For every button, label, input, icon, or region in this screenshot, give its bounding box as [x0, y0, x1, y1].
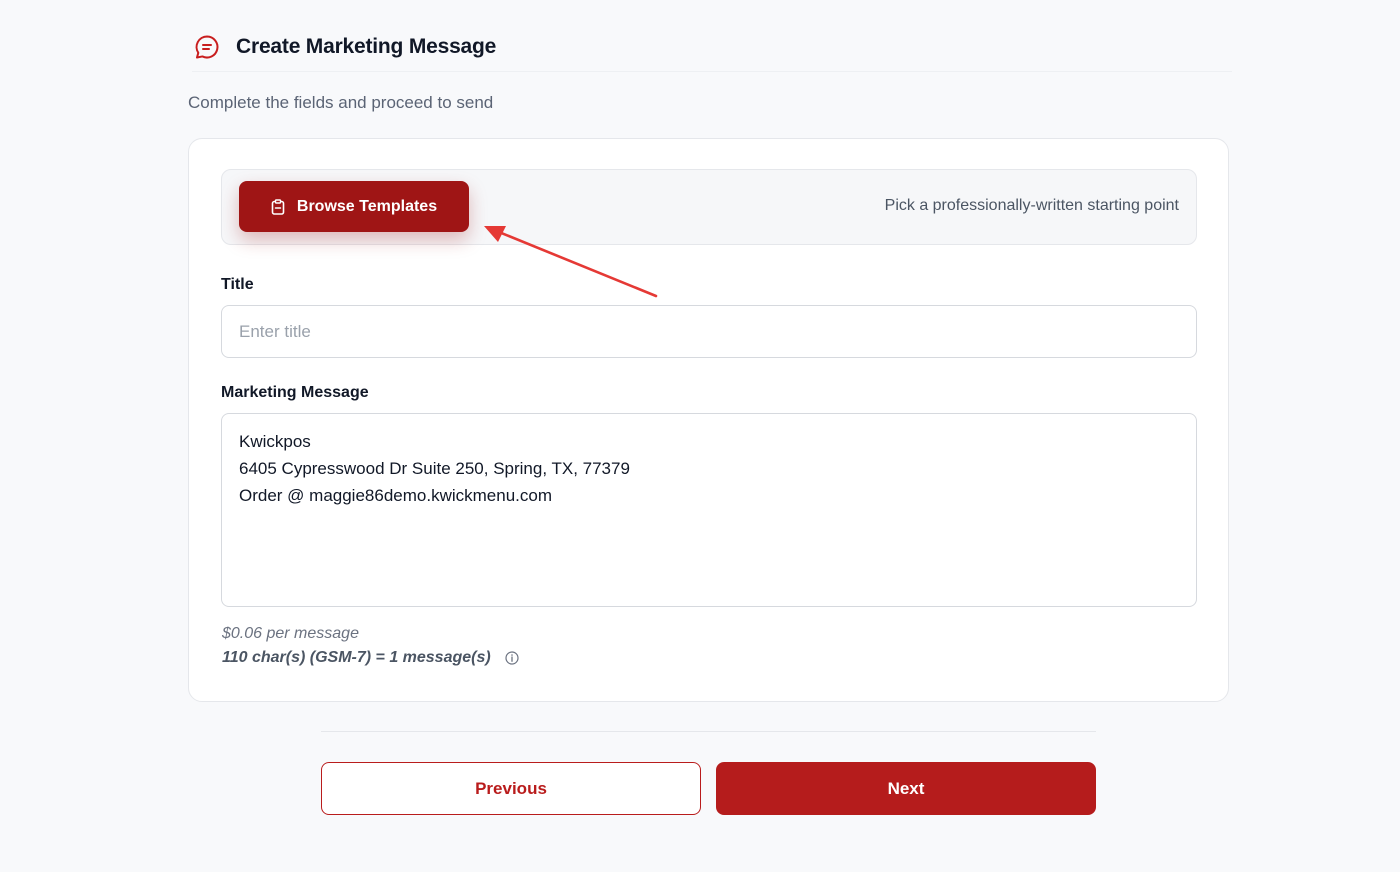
footer-divider — [321, 731, 1096, 732]
marketing-message-label: Marketing Message — [221, 384, 369, 401]
message-form-card: Browse Templates Pick a professionally-w… — [188, 138, 1229, 702]
browse-templates-button[interactable]: Browse Templates — [239, 181, 469, 232]
browse-templates-label: Browse Templates — [296, 197, 438, 215]
message-icon — [192, 32, 222, 62]
price-per-message: $0.06 per message — [222, 625, 359, 642]
next-button[interactable]: Next — [716, 762, 1096, 815]
templates-hint: Pick a professionally-written starting p… — [884, 197, 1179, 214]
character-count-text: 110 char(s) (GSM-7) = 1 message(s) — [222, 649, 491, 666]
message-line: 6405 Cypresswood Dr Suite 250, Spring, T… — [239, 459, 630, 478]
create-marketing-message-page: Create Marketing Message Complete the fi… — [0, 0, 1400, 872]
character-count: 110 char(s) (GSM-7) = 1 message(s) — [222, 649, 519, 667]
templates-bar: Browse Templates Pick a professionally-w… — [221, 169, 1197, 245]
title-label: Title — [221, 276, 254, 293]
page-title: Create Marketing Message — [236, 34, 497, 58]
info-icon[interactable] — [505, 651, 519, 665]
message-line: Order @ maggie86demo.kwickmenu.com — [239, 486, 552, 505]
clipboard-icon — [271, 198, 285, 215]
previous-button[interactable]: Previous — [321, 762, 701, 815]
title-input[interactable] — [221, 305, 1197, 358]
message-line: Kwickpos — [239, 432, 311, 451]
page-subtitle: Complete the fields and proceed to send — [188, 93, 494, 112]
marketing-message-textarea[interactable]: Kwickpos 6405 Cypresswood Dr Suite 250, … — [221, 413, 1197, 607]
page-header: Create Marketing Message — [192, 22, 1232, 72]
